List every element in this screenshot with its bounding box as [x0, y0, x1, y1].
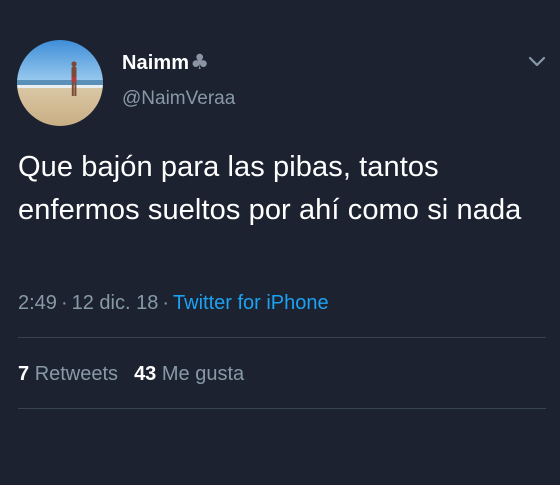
likes-stat[interactable]: 43 Me gusta	[134, 363, 244, 385]
tweet-text: Que bajón para las pibas, tantos enfermo…	[18, 151, 522, 226]
tweet-stats: 7 Retweets 43 Me gusta	[18, 363, 244, 386]
club-suit-icon: ♣	[190, 49, 210, 74]
display-name-row[interactable]: Naimm ♣	[122, 50, 209, 76]
tweet-date[interactable]: 12 dic. 18	[72, 292, 159, 314]
meta-separator: ·	[162, 292, 170, 314]
likes-label: Me gusta	[161, 363, 245, 385]
avatar[interactable]	[17, 40, 103, 126]
retweets-count: 7	[18, 363, 30, 385]
user-handle[interactable]: @NaimVeraa	[122, 88, 235, 110]
tweet-time[interactable]: 2:49	[18, 292, 57, 314]
retweets-stat[interactable]: 7 Retweets	[18, 363, 118, 385]
retweets-label: Retweets	[34, 363, 119, 385]
divider	[18, 408, 546, 409]
divider	[18, 337, 546, 338]
beach-photo-avatar	[17, 40, 103, 126]
display-name[interactable]: Naimm	[122, 52, 189, 75]
tweet-detail: Naimm ♣ @NaimVeraa Que bajón para las pi…	[0, 0, 560, 485]
meta-separator: ·	[60, 292, 68, 314]
chevron-down-icon[interactable]	[528, 56, 546, 68]
tweet-source-link[interactable]: Twitter for iPhone	[173, 292, 329, 314]
tweet-meta: 2:49 · 12 dic. 18 · Twitter for iPhone	[18, 292, 329, 315]
likes-count: 43	[134, 363, 157, 385]
